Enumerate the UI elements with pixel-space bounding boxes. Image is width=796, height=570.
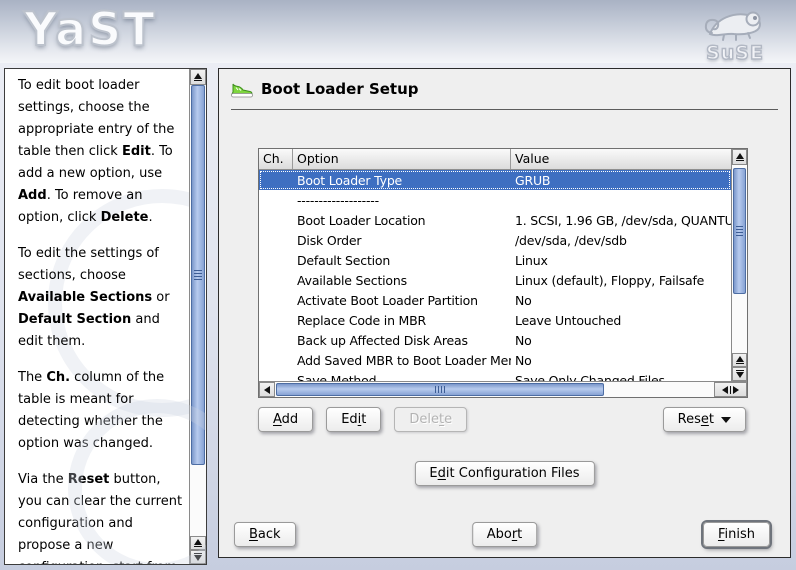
table-row[interactable]: Default Section Linux bbox=[259, 250, 731, 270]
scrollbar-track[interactable] bbox=[275, 382, 714, 397]
table-cell-option: Activate Boot Loader Partition bbox=[297, 292, 478, 308]
table-horizontal-scrollbar[interactable] bbox=[259, 381, 747, 397]
scroll-left-right-buttons[interactable] bbox=[714, 382, 747, 397]
top-banner: YaST SuSE bbox=[0, 0, 796, 65]
table-cell-value: Save Only Changed Files bbox=[515, 372, 665, 382]
help-paragraph: To edit the settings of sections, choose… bbox=[18, 246, 170, 349]
table-cell-option: Back up Affected Disk Areas bbox=[297, 332, 468, 348]
help-paragraph: The Ch. column of the table is meant for… bbox=[18, 370, 165, 451]
table-cell-value: Linux (default), Floppy, Failsafe bbox=[515, 272, 705, 288]
page-title: Boot Loader Setup bbox=[261, 80, 419, 98]
scrollbar-track[interactable] bbox=[732, 165, 747, 353]
table-row[interactable]: Save Method Save Only Changed Files bbox=[259, 370, 731, 382]
table-cell-option: Disk Order bbox=[297, 232, 362, 248]
add-button[interactable]: Add bbox=[258, 407, 314, 432]
suse-logo: SuSE bbox=[690, 4, 780, 65]
table-row[interactable]: Back up Affected Disk Areas No bbox=[259, 330, 731, 350]
table-row[interactable]: Activate Boot Loader Partition No bbox=[259, 290, 731, 310]
table-row[interactable]: Add Saved MBR to Boot Loader Menu No bbox=[259, 350, 731, 370]
yast-logo: YaST bbox=[23, 1, 157, 57]
table-cell-value: No bbox=[515, 352, 532, 368]
table-cell-option: Add Saved MBR to Boot Loader Menu bbox=[297, 352, 511, 368]
scrollbar-thumb[interactable] bbox=[276, 383, 604, 396]
help-paragraph: To edit boot loader settings, choose the… bbox=[18, 78, 175, 225]
boot-options-table: Ch. Option Value Boot Loader Type GRUB ---… bbox=[258, 148, 748, 398]
dialog-title: Boot Loader Setup bbox=[231, 80, 419, 98]
table-cell-value: No bbox=[515, 332, 532, 348]
help-sidebar: To edit boot loader settings, choose the… bbox=[4, 68, 207, 565]
scroll-up-button[interactable] bbox=[732, 353, 747, 367]
table-cell-value: No bbox=[515, 292, 532, 308]
table-cell-option: Available Sections bbox=[297, 272, 407, 288]
table-cell-value: Leave Untouched bbox=[515, 312, 622, 328]
table-cell-value: GRUB bbox=[515, 172, 551, 188]
scroll-down-button[interactable] bbox=[732, 367, 747, 381]
scroll-up-button[interactable] bbox=[190, 536, 206, 550]
suse-gecko-icon bbox=[704, 11, 761, 41]
table-body: Boot Loader Type GRUB ------------------- B… bbox=[259, 170, 731, 381]
scroll-left-button[interactable] bbox=[259, 382, 275, 397]
finish-button[interactable]: Finish bbox=[702, 522, 770, 547]
table-cell-value: Linux bbox=[515, 252, 548, 268]
boot-shoe-icon bbox=[231, 83, 253, 97]
table-cell-option: Default Section bbox=[297, 252, 391, 268]
help-paragraph: Via the Reset button, you can clear the … bbox=[18, 472, 183, 564]
table-cell-value: 1. SCSI, 1.96 GB, /dev/sda, QUANTUM-FIRE… bbox=[515, 212, 731, 228]
scroll-down-button[interactable] bbox=[190, 550, 206, 564]
sidebar-scrollbar[interactable] bbox=[189, 69, 206, 564]
title-separator bbox=[231, 109, 778, 110]
table-cell-option: ------------------- bbox=[297, 192, 379, 208]
table-row[interactable]: Boot Loader Location 1. SCSI, 1.96 GB, /d… bbox=[259, 210, 731, 230]
column-header-value[interactable]: Value bbox=[511, 149, 731, 169]
table-header: Ch. Option Value bbox=[259, 149, 731, 170]
table-cell-value: /dev/sda, /dev/sdb bbox=[515, 232, 627, 248]
back-button[interactable]: Back bbox=[234, 522, 296, 547]
help-text: To edit boot loader settings, choose the… bbox=[5, 69, 189, 564]
table-row[interactable]: Boot Loader Type GRUB bbox=[259, 170, 731, 190]
table-row[interactable]: Available Sections Linux (default), Flopp… bbox=[259, 270, 731, 290]
column-header-option[interactable]: Option bbox=[293, 149, 511, 169]
scroll-up-button[interactable] bbox=[732, 149, 747, 165]
table-cell-option: Boot Loader Type bbox=[297, 172, 403, 188]
delete-button[interactable]: Delete bbox=[394, 407, 468, 432]
suse-logo-text: SuSE bbox=[705, 41, 764, 64]
table-cell-option: Replace Code in MBR bbox=[297, 312, 427, 328]
column-header-ch[interactable]: Ch. bbox=[259, 149, 293, 169]
scrollbar-thumb[interactable] bbox=[191, 85, 205, 465]
abort-button[interactable]: Abort bbox=[471, 522, 538, 547]
reset-button[interactable]: Reset bbox=[662, 407, 746, 432]
scrollbar-thumb[interactable] bbox=[733, 168, 746, 294]
table-row[interactable]: Disk Order/dev/sda, /dev/sdb bbox=[259, 230, 731, 250]
table-row[interactable]: ------------------- bbox=[259, 190, 731, 210]
scroll-up-button[interactable] bbox=[190, 69, 206, 85]
table-cell-option: Save Method bbox=[297, 372, 377, 382]
dropdown-caret-icon bbox=[721, 416, 731, 423]
table-vertical-scrollbar[interactable] bbox=[731, 149, 747, 381]
table-cell-option: Boot Loader Location bbox=[297, 212, 426, 228]
edit-configuration-files-button[interactable]: Edit Configuration Files bbox=[414, 461, 595, 486]
edit-button[interactable]: Edit bbox=[326, 407, 382, 432]
table-row[interactable]: Replace Code in MBR Leave Untouched bbox=[259, 310, 731, 330]
main-panel: Boot Loader Setup Ch. Option Value Boot … bbox=[218, 68, 791, 558]
scrollbar-track[interactable] bbox=[190, 85, 206, 536]
table-viewport: Ch. Option Value Boot Loader Type GRUB ---… bbox=[259, 149, 731, 381]
